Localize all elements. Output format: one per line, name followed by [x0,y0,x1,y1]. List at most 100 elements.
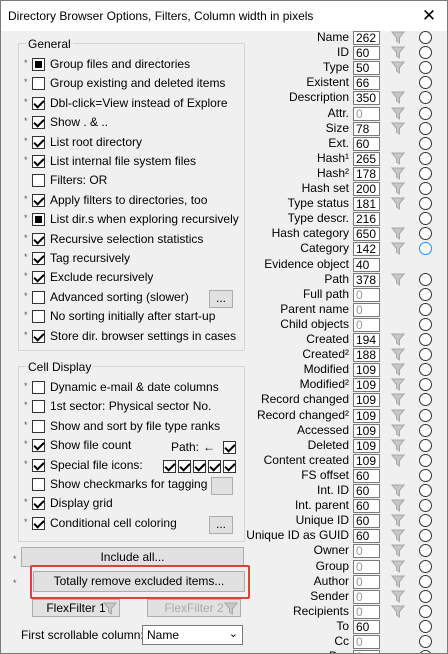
include-all-button[interactable]: Include all... [21,547,244,567]
filter-icon[interactable] [386,197,412,211]
column-width-field[interactable]: 78 [353,121,380,136]
checkbox[interactable] [32,116,45,130]
column-width-field[interactable]: 60 [353,136,380,151]
filter-icon[interactable] [386,424,412,438]
filter-icon[interactable] [386,590,412,604]
filter-icon[interactable] [386,61,412,75]
special-icon-checkbox[interactable] [223,460,236,473]
filter-icon[interactable] [386,529,412,543]
filter-icon[interactable] [386,363,412,377]
filter-icon[interactable] [386,605,412,619]
sort-radio[interactable] [419,499,432,513]
cell-coloring-more-button[interactable]: ... [209,516,233,534]
checkbox[interactable] [32,290,45,304]
filter-icon[interactable] [386,107,412,121]
column-width-field[interactable]: 0 [353,635,380,649]
filter-icon[interactable] [386,46,412,60]
filter-icon[interactable] [386,499,412,513]
column-width-field[interactable]: 109 [353,453,380,468]
sort-radio[interactable] [419,31,432,44]
filter-icon[interactable] [386,242,412,256]
sort-radio[interactable] [419,182,432,195]
column-width-field[interactable]: 109 [353,393,380,408]
sort-radio[interactable] [419,46,432,60]
column-width-field[interactable]: 0 [353,650,380,653]
filter-icon[interactable] [386,514,412,528]
filter-icon[interactable] [386,393,412,407]
column-width-field[interactable]: 0 [353,106,380,121]
column-width-field[interactable]: 60 [353,529,380,544]
column-width-field[interactable]: 350 [353,91,380,106]
filter-icon[interactable] [386,227,412,241]
column-width-field[interactable]: 378 [353,272,380,287]
sort-radio[interactable] [419,302,432,316]
first-scrollable-select[interactable]: Name ⌄ [142,625,243,645]
sort-radio[interactable] [419,423,432,437]
checkbox[interactable] [32,155,45,168]
sort-radio[interactable] [419,136,432,150]
filter-icon[interactable] [386,348,412,362]
sort-radio[interactable] [419,227,432,241]
column-width-field[interactable]: 650 [353,227,380,242]
column-width-field[interactable]: 40 [353,257,380,272]
checkbox[interactable] [32,478,45,491]
sort-radio[interactable] [419,574,432,588]
sort-radio[interactable] [419,121,432,135]
column-width-field[interactable]: 109 [353,378,380,393]
checkbox[interactable] [32,419,45,433]
filter-icon[interactable] [386,560,412,574]
special-icon-checkbox[interactable] [178,460,191,473]
advanced-sorting-more-button[interactable]: ... [209,290,233,308]
sort-radio[interactable] [419,635,432,648]
column-width-field[interactable]: 109 [353,423,380,438]
sort-radio[interactable] [419,468,432,482]
sort-radio[interactable] [419,544,432,558]
checkbox[interactable] [32,329,45,343]
sort-radio[interactable] [419,559,432,573]
column-width-field[interactable]: 60 [353,46,380,61]
sort-radio[interactable] [419,317,432,331]
path-checkbox[interactable] [223,441,236,454]
special-icon-checkbox[interactable] [193,460,206,473]
checkbox[interactable] [32,400,45,414]
filter-icon[interactable] [386,167,412,181]
checkbox[interactable] [32,193,45,207]
sort-radio[interactable] [419,484,432,497]
column-width-field[interactable]: 142 [353,242,380,257]
filter-icon[interactable] [386,378,412,392]
filter-icon[interactable] [386,273,412,287]
filter-icon[interactable] [386,544,412,558]
sort-radio[interactable] [419,287,432,301]
sort-radio[interactable] [419,333,432,346]
column-width-field[interactable]: 0 [353,317,380,332]
sort-radio[interactable] [419,348,432,362]
sort-radio[interactable] [419,408,432,422]
column-width-field[interactable]: 0 [353,287,380,302]
checkbox[interactable] [32,77,45,91]
sort-radio[interactable] [419,197,432,211]
checkbox[interactable] [32,310,45,324]
checkbox[interactable] [32,135,45,149]
sort-radio[interactable] [419,529,432,543]
checkbox[interactable] [32,58,45,71]
filter-icon[interactable] [386,454,412,468]
column-width-field[interactable]: 50 [353,61,380,76]
column-width-field[interactable]: 216 [353,212,380,227]
tagging-toggle[interactable] [211,477,233,495]
sort-radio[interactable] [419,393,432,407]
sort-radio[interactable] [419,166,432,180]
column-width-field[interactable]: 0 [353,559,380,574]
filter-icon[interactable] [386,575,412,589]
column-width-field[interactable]: 262 [353,31,380,45]
sort-radio[interactable] [419,106,432,120]
checkbox[interactable] [32,232,45,246]
checkbox[interactable] [32,96,45,110]
sort-radio[interactable] [419,453,432,467]
sort-radio[interactable] [419,438,432,452]
sort-radio[interactable] [419,514,432,528]
filter-icon[interactable] [386,152,412,166]
filter-icon[interactable] [386,439,412,453]
filter-icon[interactable] [386,91,412,105]
filter-icon[interactable] [386,484,412,498]
flexfilter2-button[interactable]: FlexFilter 2 [147,599,241,617]
